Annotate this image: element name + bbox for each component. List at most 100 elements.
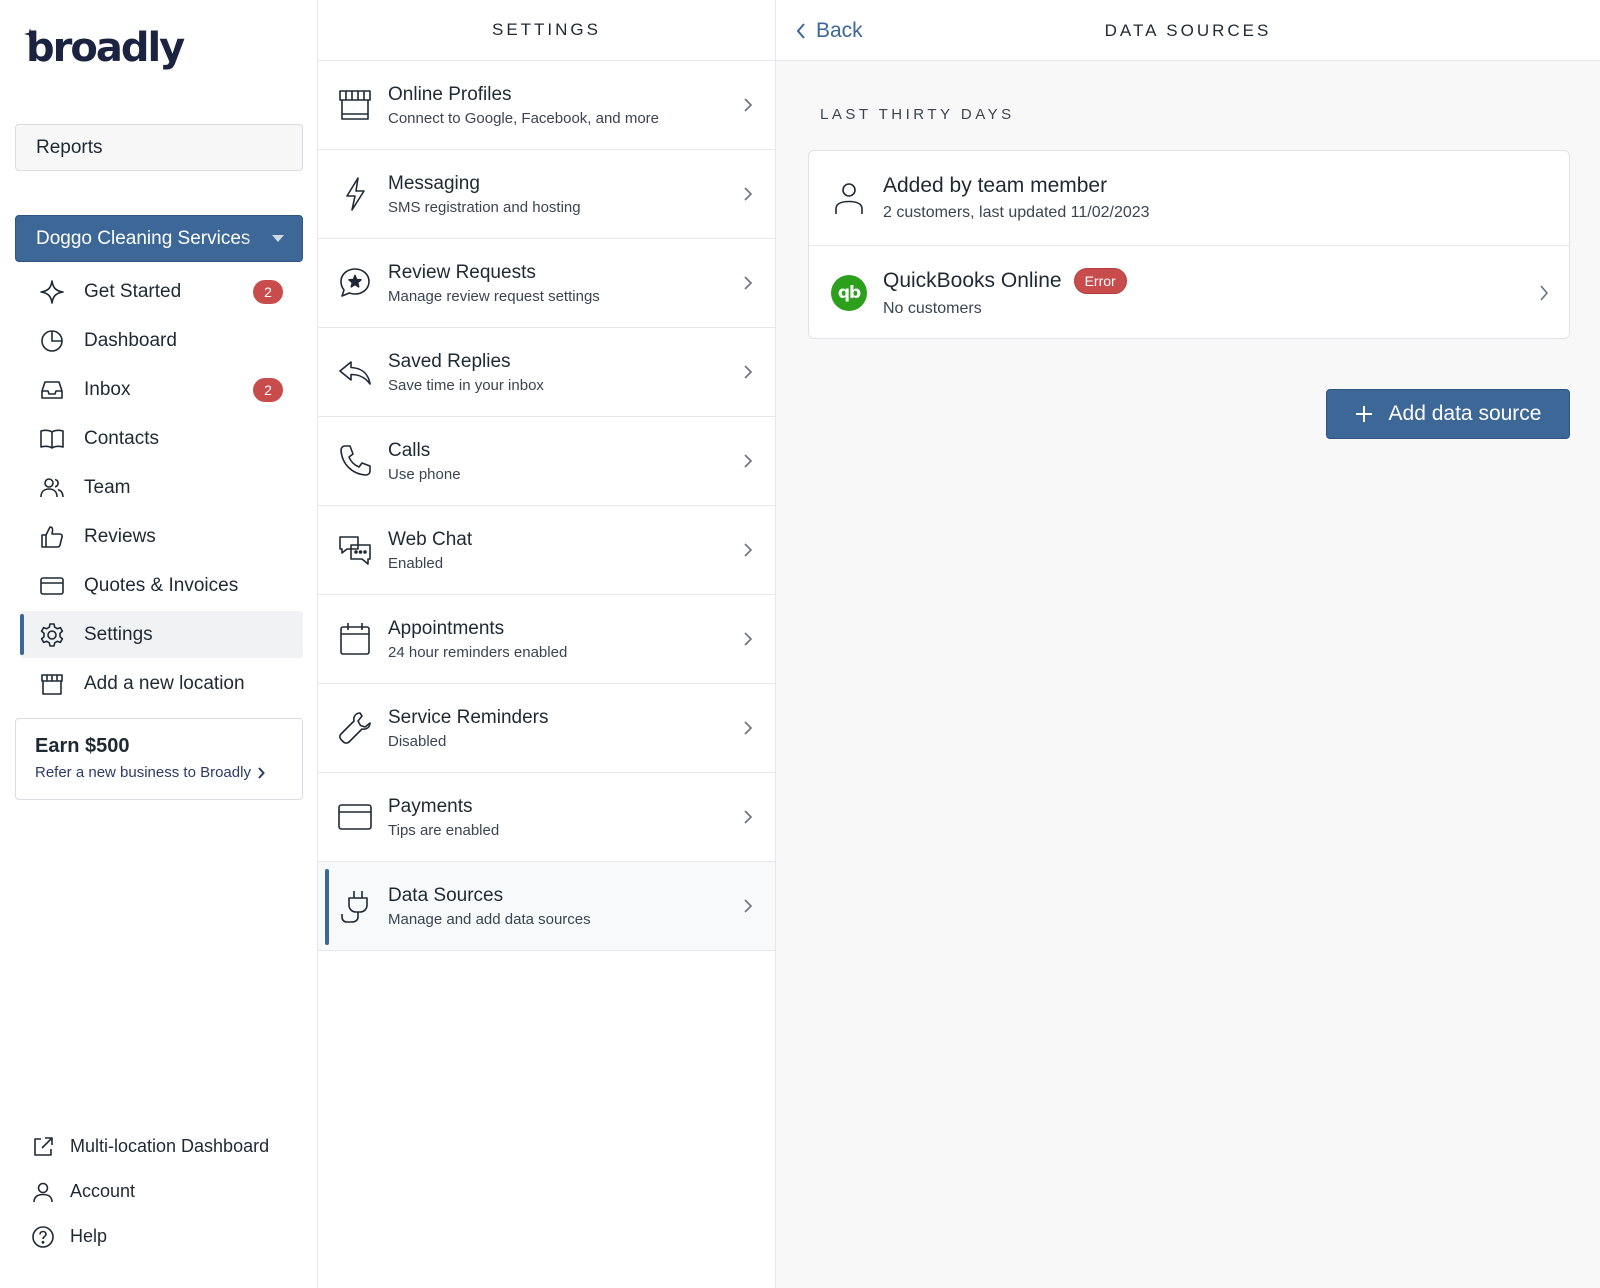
nav-item-add-location[interactable]: Add a new location (20, 660, 303, 707)
location-name: Doggo Cleaning Services (36, 227, 251, 249)
notification-badge: 2 (253, 378, 283, 402)
data-sources-list: Added by team member 2 customers, last u… (808, 150, 1570, 339)
book-icon (38, 425, 66, 453)
settings-item-title: Service Reminders (388, 706, 549, 728)
nav-label: Contacts (84, 427, 159, 449)
settings-item-data-sources[interactable]: Data Sources Manage and add data sources (318, 862, 775, 951)
external-link-icon (30, 1134, 56, 1160)
broadly-logo[interactable]: broadly (24, 24, 185, 72)
add-data-source-label: Add data source (1388, 402, 1542, 425)
detail-title: DATA SOURCES (1104, 20, 1272, 40)
settings-item-text: Web Chat Enabled (388, 529, 472, 572)
inbox-icon (38, 376, 66, 404)
footer-label: Help (70, 1226, 108, 1246)
team-icon (38, 474, 66, 502)
settings-item-subtitle: Enabled (388, 554, 444, 572)
settings-item-calls[interactable]: Calls Use phone (318, 417, 775, 506)
settings-item-subtitle: Tips are enabled (388, 821, 500, 839)
referral-promo[interactable]: Earn $500 Refer a new business to Broadl… (15, 718, 303, 800)
nav-item-settings[interactable]: Settings (20, 611, 303, 658)
data-source-name: QuickBooks Online (883, 268, 1062, 292)
pie-chart-icon (38, 327, 66, 355)
settings-item-payments[interactable]: Payments Tips are enabled (318, 773, 775, 862)
plug-icon (336, 887, 374, 925)
settings-item-subtitle: Save time in your inbox (388, 376, 544, 394)
settings-item-title: Calls (388, 439, 431, 461)
settings-item-web-chat[interactable]: Web Chat Enabled (318, 506, 775, 595)
chevron-right-icon (744, 98, 753, 112)
settings-item-subtitle: Manage and add data sources (388, 910, 591, 928)
reports-label: Reports (36, 136, 103, 158)
nav-item-team[interactable]: Team (20, 464, 303, 511)
notification-badge: 2 (253, 280, 283, 304)
settings-item-title: Saved Replies (388, 350, 511, 372)
detail-header: DATA SOURCES Back (776, 0, 1600, 61)
data-source-subtitle: 2 customers, last updated 11/02/2023 (883, 204, 1150, 221)
settings-item-title: Web Chat (388, 528, 473, 550)
chevron-right-icon (744, 187, 753, 201)
settings-item-text: Payments Tips are enabled (388, 796, 499, 839)
settings-item-text: Appointments 24 hour reminders enabled (388, 618, 567, 661)
settings-title: SETTINGS (491, 20, 601, 39)
storefront-icon (38, 670, 66, 698)
settings-item-review-requests[interactable]: Review Requests Manage review request se… (318, 239, 775, 328)
settings-item-text: Service Reminders Disabled (388, 707, 549, 750)
settings-item-text: Review Requests Manage review request se… (388, 262, 600, 305)
phone-icon (336, 442, 374, 480)
settings-item-service-reminders[interactable]: Service Reminders Disabled (318, 684, 775, 773)
settings-item-saved-replies[interactable]: Saved Replies Save time in your inbox (318, 328, 775, 417)
gear-icon (38, 621, 66, 649)
star-chat-icon (336, 264, 374, 302)
settings-item-subtitle: Manage review request settings (388, 287, 600, 305)
data-source-title: Added by team member (883, 174, 1150, 198)
thumbs-up-icon (38, 523, 66, 551)
add-data-source-button[interactable]: Add data source (1326, 389, 1570, 439)
reply-icon (336, 353, 374, 391)
settings-item-subtitle: Disabled (388, 732, 447, 750)
settings-item-appointments[interactable]: Appointments 24 hour reminders enabled (318, 595, 775, 684)
settings-item-text: Saved Replies Save time in your inbox (388, 351, 544, 394)
chevron-right-icon (744, 454, 753, 468)
settings-item-text: Calls Use phone (388, 440, 461, 483)
reports-button[interactable]: Reports (15, 124, 303, 171)
data-source-quickbooks[interactable]: qb QuickBooks Online Error No customers (809, 245, 1569, 338)
nav-label: Team (84, 476, 131, 498)
data-source-text: Added by team member 2 customers, last u… (883, 174, 1150, 222)
calendar-icon (336, 620, 374, 658)
chevron-right-icon (744, 632, 753, 646)
settings-item-title: Online Profiles (388, 83, 512, 105)
location-selector[interactable]: Doggo Cleaning Services (15, 215, 303, 262)
nav-label: Inbox (84, 378, 131, 400)
nav-item-contacts[interactable]: Contacts (20, 415, 303, 462)
account-link[interactable]: Account (30, 1169, 310, 1214)
sidebar-footer: Multi-location Dashboard Account Help (30, 1124, 310, 1259)
sidebar: broadly Reports Doggo Cleaning Services … (0, 0, 318, 1288)
back-button[interactable]: Back (796, 0, 863, 61)
data-source-text: QuickBooks Online Error No customers (883, 267, 1127, 318)
footer-label: Multi-location Dashboard (70, 1136, 270, 1156)
promo-title: Earn $500 (35, 735, 130, 757)
settings-item-subtitle: SMS registration and hosting (388, 198, 581, 216)
footer-label: Account (70, 1181, 136, 1201)
settings-item-online-profiles[interactable]: Online Profiles Connect to Google, Faceb… (318, 61, 775, 150)
settings-panel: SETTINGS Online Profiles Connect to Goog… (318, 0, 776, 1288)
wrench-icon (336, 709, 374, 747)
chevron-right-icon (744, 899, 753, 913)
nav-item-get-started[interactable]: Get Started 2 (20, 268, 303, 315)
nav-item-inbox[interactable]: Inbox 2 (20, 366, 303, 413)
referral-link[interactable]: Refer a new business to Broadly (35, 764, 283, 781)
settings-item-title: Appointments (388, 617, 505, 639)
help-link[interactable]: Help (30, 1214, 310, 1259)
settings-item-title: Payments (388, 795, 473, 817)
settings-header: SETTINGS (318, 0, 775, 61)
nav-item-dashboard[interactable]: Dashboard (20, 317, 303, 364)
settings-item-messaging[interactable]: Messaging SMS registration and hosting (318, 150, 775, 239)
data-sources-panel: DATA SOURCES Back LAST THIRTY DAYS Added… (776, 0, 1600, 1288)
nav-item-reviews[interactable]: Reviews (20, 513, 303, 560)
chevron-right-icon (744, 543, 753, 557)
nav-label: Add a new location (84, 672, 245, 694)
settings-item-title: Review Requests (388, 261, 536, 283)
multi-location-dashboard-link[interactable]: Multi-location Dashboard (30, 1124, 310, 1169)
back-label: Back (816, 18, 863, 42)
nav-item-quotes-invoices[interactable]: Quotes & Invoices (20, 562, 303, 609)
